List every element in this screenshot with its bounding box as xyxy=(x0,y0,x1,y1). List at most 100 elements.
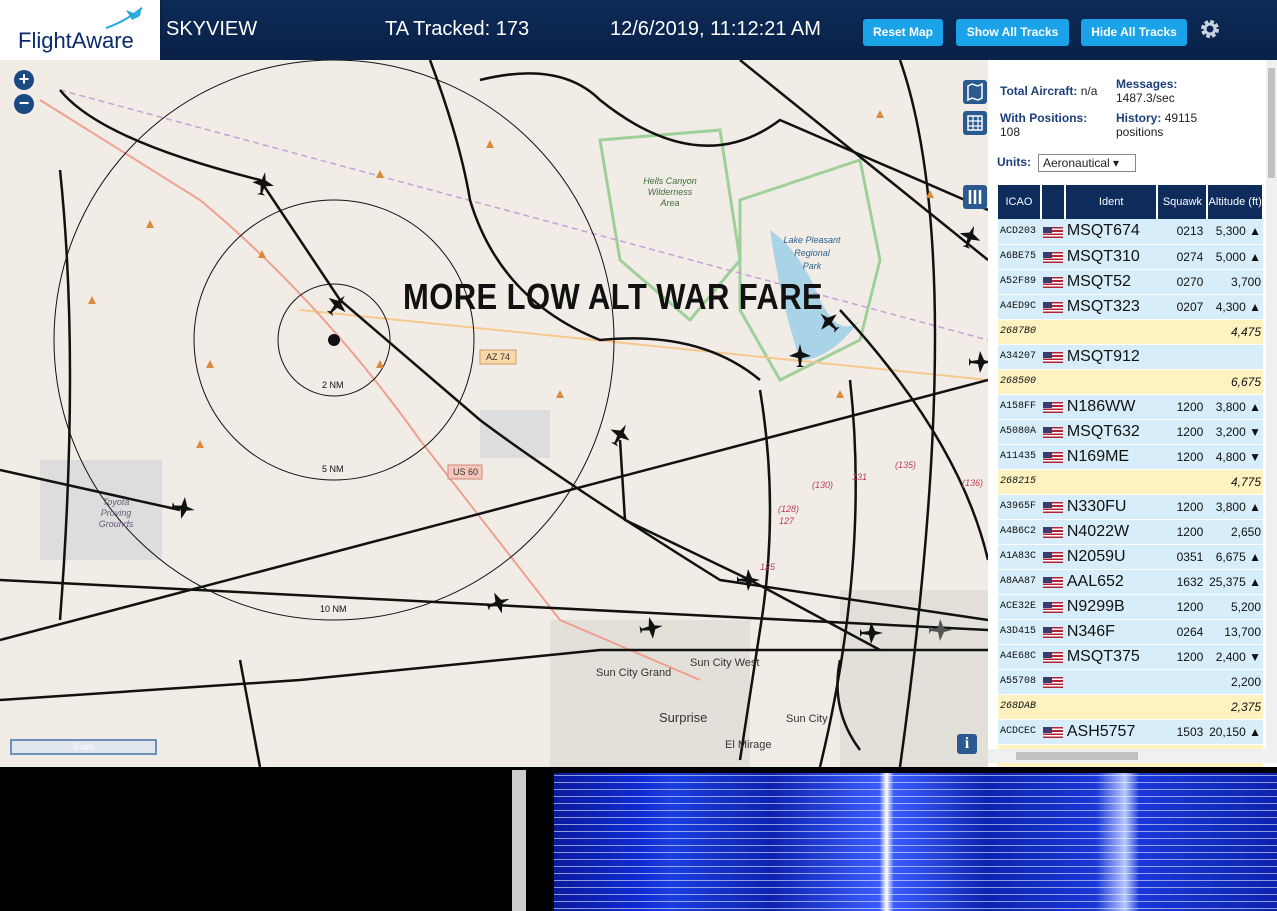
row-flag xyxy=(1040,269,1065,295)
row-squawk: 0274 xyxy=(1157,244,1208,270)
table-row[interactable]: 2687B0 4,475 xyxy=(998,319,1263,345)
table-row[interactable]: A4ED9C MSQT323 0207 4,300 ▲ xyxy=(998,294,1263,320)
row-icao: A4ED9C xyxy=(998,294,1041,320)
zoom-in-button[interactable]: + xyxy=(14,70,34,90)
table-row[interactable]: A3965F N330FU 1200 3,800 ▲ xyxy=(998,494,1263,520)
row-ident: N186WW xyxy=(1064,394,1158,420)
toyota-label-2: Proving xyxy=(101,508,132,518)
col-squawk[interactable]: Squawk xyxy=(1157,185,1209,219)
row-altitude: 4,800 ▼ xyxy=(1207,444,1263,470)
flightaware-logo[interactable]: FlightAware xyxy=(0,0,162,60)
table-row[interactable]: A4B6C2 N4022W 1200 2,650 xyxy=(998,519,1263,545)
svg-text:131: 131 xyxy=(852,472,867,482)
ring-label-5nm: 5 NM xyxy=(322,464,344,474)
us-flag-icon xyxy=(1042,676,1063,688)
table-row[interactable]: ACE32E N9299B 1200 5,200 xyxy=(998,594,1263,620)
sidebar-vertical-scrollbar[interactable] xyxy=(1266,60,1277,750)
panel-divider[interactable] xyxy=(512,770,526,911)
table-row[interactable]: ACD203 MSQT674 0213 5,300 ▲ xyxy=(998,219,1263,245)
city-el-mirage: El Mirage xyxy=(725,739,771,751)
table-row[interactable]: A4E68C MSQT375 1200 2,400 ▼ xyxy=(998,644,1263,670)
route-labels: (130) 131 (135) (136) (128) 127 125 xyxy=(760,460,983,572)
table-row[interactable]: A6BE75 MSQT310 0274 5,000 ▲ xyxy=(998,244,1263,270)
col-flag[interactable] xyxy=(1040,185,1066,219)
map-view[interactable]: 2 NM 5 NM 10 NM AZ 74 US 60 Hells Canyon… xyxy=(0,60,988,767)
row-ident xyxy=(1064,669,1158,695)
col-ident[interactable]: Ident xyxy=(1064,185,1159,219)
aircraft-icons[interactable] xyxy=(170,170,988,644)
row-flag xyxy=(1040,619,1065,645)
row-altitude: 2,200 xyxy=(1207,669,1263,695)
grid-icon[interactable] xyxy=(963,111,987,135)
row-altitude: 25,375 ▲ xyxy=(1207,569,1263,595)
us-flag-icon xyxy=(1042,551,1063,563)
row-ident: MSQT674 xyxy=(1064,219,1158,245)
row-ident: N346F xyxy=(1064,619,1158,645)
columns-icon[interactable] xyxy=(963,185,987,209)
row-icao: 268215 xyxy=(998,469,1041,495)
col-altitude[interactable]: Altitude (ft) xyxy=(1207,185,1264,219)
table-row[interactable]: ACDCEC ASH5757 1503 20,150 ▲ xyxy=(998,719,1263,745)
us-flag-icon xyxy=(1042,426,1063,438)
row-ident xyxy=(1064,694,1158,720)
messages-stat: Messages: 1487.3/sec xyxy=(1116,77,1178,105)
sidebar-horizontal-scrollbar[interactable] xyxy=(988,749,1277,763)
row-ident: MSQT323 xyxy=(1064,294,1158,320)
row-ident: N9299B xyxy=(1064,594,1158,620)
table-row[interactable]: 268215 4,775 xyxy=(998,469,1263,495)
table-row[interactable]: A52F89 MSQT52 0270 3,700 xyxy=(998,269,1263,295)
road-us60 xyxy=(39,99,701,681)
info-button[interactable]: i xyxy=(957,734,977,754)
map-layers-icon[interactable] xyxy=(963,80,987,104)
row-altitude: 6,675 ▲ xyxy=(1207,544,1263,570)
us-flag-icon xyxy=(1042,401,1063,413)
units-select[interactable]: Aeronautical ▾ xyxy=(1038,154,1136,172)
row-squawk: 1200 xyxy=(1157,444,1208,470)
gear-icon[interactable] xyxy=(1198,17,1222,41)
row-icao: A52F89 xyxy=(998,269,1041,295)
row-flag xyxy=(1040,594,1065,620)
row-altitude: 5,000 ▲ xyxy=(1207,244,1263,270)
row-ident: MSQT52 xyxy=(1064,269,1158,295)
table-row[interactable]: 268DAB 2,375 xyxy=(998,694,1263,720)
col-icao[interactable]: ICAO xyxy=(998,185,1042,219)
table-row[interactable]: A55708 2,200 xyxy=(998,669,1263,695)
svg-text:125: 125 xyxy=(760,562,776,572)
row-altitude: 4,300 ▲ xyxy=(1207,294,1263,320)
us-flag-icon xyxy=(1042,451,1063,463)
table-row[interactable]: A11435 N169ME 1200 4,800 ▼ xyxy=(998,444,1263,470)
table-row[interactable]: A5080A MSQT632 1200 3,200 ▼ xyxy=(998,419,1263,445)
row-ident: N169ME xyxy=(1064,444,1158,470)
hide-all-tracks-button[interactable]: Hide All Tracks xyxy=(1081,19,1187,46)
table-row[interactable]: A158FF N186WW 1200 3,800 ▲ xyxy=(998,394,1263,420)
row-ident: ASH5757 xyxy=(1064,719,1158,745)
row-squawk: 0213 xyxy=(1157,219,1208,245)
show-all-tracks-button[interactable]: Show All Tracks xyxy=(956,19,1069,46)
reset-map-button[interactable]: Reset Map xyxy=(863,19,943,46)
table-row[interactable]: A3D415 N346F 0264 13,700 xyxy=(998,619,1263,645)
row-squawk: 1200 xyxy=(1157,644,1208,670)
row-ident: N330FU xyxy=(1064,494,1158,520)
city-sun-city-grand: Sun City Grand xyxy=(596,667,671,679)
receiver-site xyxy=(328,334,340,346)
table-row[interactable]: A8AA87 AAL652 1632 25,375 ▲ xyxy=(998,569,1263,595)
row-icao: A55708 xyxy=(998,669,1041,695)
aircraft-table: ICAO Ident Squawk Altitude (ft) ACD203 MS… xyxy=(998,185,1264,767)
table-row[interactable]: A1A83C N2059U 0351 6,675 ▲ xyxy=(998,544,1263,570)
units-label: Units: xyxy=(997,155,1031,169)
row-ident: MSQT632 xyxy=(1064,419,1158,445)
positions-stat: With Positions: 108 xyxy=(1000,111,1088,139)
row-flag xyxy=(1040,444,1065,470)
row-altitude: 5,200 xyxy=(1207,594,1263,620)
row-squawk: 1200 xyxy=(1157,594,1208,620)
zoom-out-button[interactable]: − xyxy=(14,94,34,114)
row-squawk xyxy=(1157,694,1208,720)
us-flag-icon xyxy=(1042,726,1063,738)
row-icao: A4E68C xyxy=(998,644,1041,670)
row-altitude: 5,300 ▲ xyxy=(1207,219,1263,245)
row-icao: 268500 xyxy=(998,369,1041,395)
table-row[interactable]: A34207 MSQT912 xyxy=(998,344,1263,370)
table-row[interactable]: 268500 6,675 xyxy=(998,369,1263,395)
map-canvas[interactable]: 2 NM 5 NM 10 NM AZ 74 US 60 Hells Canyon… xyxy=(0,60,988,767)
row-squawk: 1503 xyxy=(1157,719,1208,745)
